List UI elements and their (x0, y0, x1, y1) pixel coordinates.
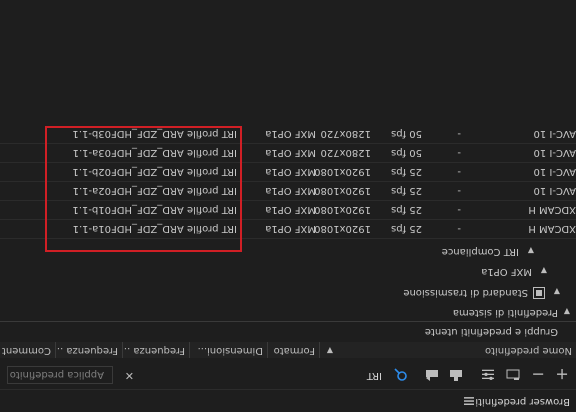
expand-triangle-icon[interactable]: ▼ (541, 266, 547, 275)
tree-item-irt-label: IRT Compliance (441, 246, 519, 257)
column-preset-name[interactable]: Nome predefinito ▼ (320, 342, 576, 358)
preset-field: - (457, 166, 461, 177)
column-comment[interactable]: Comment (0, 342, 56, 358)
panel-title-bar: Browser predefiniti (0, 389, 576, 412)
settings-icon[interactable] (480, 367, 496, 383)
plus-icon[interactable]: + (554, 366, 570, 385)
preset-format: MXF OP1a (265, 185, 316, 196)
clear-search-icon[interactable]: ✕ (125, 369, 134, 382)
expand-triangle-icon[interactable]: ▼ (528, 246, 534, 255)
toolbar: + − IRT ✕ Applica predefinito (0, 362, 576, 388)
tree-item-system-presets[interactable]: ▼ Predefiniti di sistema (0, 303, 576, 321)
tree-item-user-groups[interactable]: Gruppi e predefiniti utente (0, 322, 576, 340)
preset-field: - (457, 185, 461, 196)
sort-arrow-icon: ▼ (326, 346, 333, 355)
preset-fps: 50 fps (391, 147, 422, 158)
preset-field: - (457, 204, 461, 215)
tree-item-system-presets-label: Predefiniti di sistema (452, 307, 558, 318)
preset-codec: AVC-I 10 (533, 147, 576, 158)
tree-item-broadcast-standards-label: Standard di trasmissione (403, 287, 528, 298)
preset-codec: AVC-I 10 (533, 128, 576, 139)
column-size-label: Dimensioni... (197, 345, 263, 356)
preset-size: 1920x1080 (314, 223, 371, 234)
highlight-box (45, 126, 242, 252)
column-frame-rate-label: Frequenza ... (123, 345, 185, 356)
column-preset-name-label: Nome predefinito (484, 345, 572, 356)
preset-fps: 25 fps (391, 223, 422, 234)
expand-triangle-icon[interactable]: ▼ (564, 307, 570, 316)
column-size[interactable]: Dimensioni... (190, 342, 268, 358)
preset-browser-panel: Browser predefiniti + − IRT ✕ Applica pr… (0, 0, 576, 412)
preset-size: 1280x720 (320, 147, 371, 158)
tree-item-user-groups-label: Gruppi e predefiniti utente (424, 326, 558, 337)
preset-field: - (457, 128, 461, 139)
new-group-icon[interactable] (505, 367, 521, 383)
divider (0, 321, 576, 322)
search-icon[interactable] (392, 366, 410, 384)
tree-item-broadcast-standards[interactable]: ▼ Standard di trasmissione (0, 281, 576, 303)
tree-item-mxf-label: MXF OP1a (481, 266, 532, 277)
screenshot-stage: Browser predefiniti + − IRT ✕ Applica pr… (0, 0, 576, 412)
expand-triangle-icon[interactable]: ▼ (554, 287, 560, 296)
preset-codec: XDCAM H (528, 204, 576, 215)
preset-fps: 25 fps (391, 166, 422, 177)
preset-size: 1920x1080 (314, 204, 371, 215)
import-icon[interactable] (448, 367, 464, 383)
preset-codec: AVC-I 10 (533, 166, 576, 177)
preset-format: MXF OP1a (265, 128, 316, 139)
tree-item-mxf[interactable]: ▼ MXF OP1a (0, 261, 576, 281)
column-frame-rate[interactable]: Frequenza ... (123, 342, 190, 358)
column-field-order[interactable]: Frequenza ... (56, 342, 123, 358)
preset-format: MXF OP1a (265, 223, 316, 234)
column-header-row: Nome predefinito ▼ Formato Dimensioni... … (0, 342, 576, 358)
preset-field: - (457, 223, 461, 234)
hamburger-icon[interactable] (462, 394, 476, 408)
preset-fps: 50 fps (391, 128, 422, 139)
preset-fps: 25 fps (391, 185, 422, 196)
preset-field: - (457, 147, 461, 158)
panel-title: Browser predefiniti (475, 396, 570, 407)
column-format-label: Formato (273, 345, 315, 356)
column-field-order-label: Frequenza ... (56, 345, 118, 356)
broadcast-folder-icon (532, 286, 546, 300)
preset-format: MXF OP1a (265, 204, 316, 215)
search-input[interactable]: IRT (367, 370, 382, 381)
preset-format: MXF OP1a (265, 147, 316, 158)
export-icon[interactable] (424, 367, 440, 383)
preset-format: MXF OP1a (265, 166, 316, 177)
column-format[interactable]: Formato (268, 342, 320, 358)
column-comment-label: Comment (2, 345, 51, 356)
apply-preset-button[interactable]: Applica predefinito (7, 366, 113, 384)
preset-size: 1920x1080 (314, 166, 371, 177)
apply-preset-label: Applica predefinito (9, 369, 104, 380)
preset-size: 1920x1080 (314, 185, 371, 196)
preset-size: 1280x720 (320, 128, 371, 139)
preset-codec: AVC-I 10 (533, 185, 576, 196)
minus-icon[interactable]: − (530, 366, 546, 385)
preset-fps: 25 fps (391, 204, 422, 215)
preset-codec: XDCAM H (528, 223, 576, 234)
